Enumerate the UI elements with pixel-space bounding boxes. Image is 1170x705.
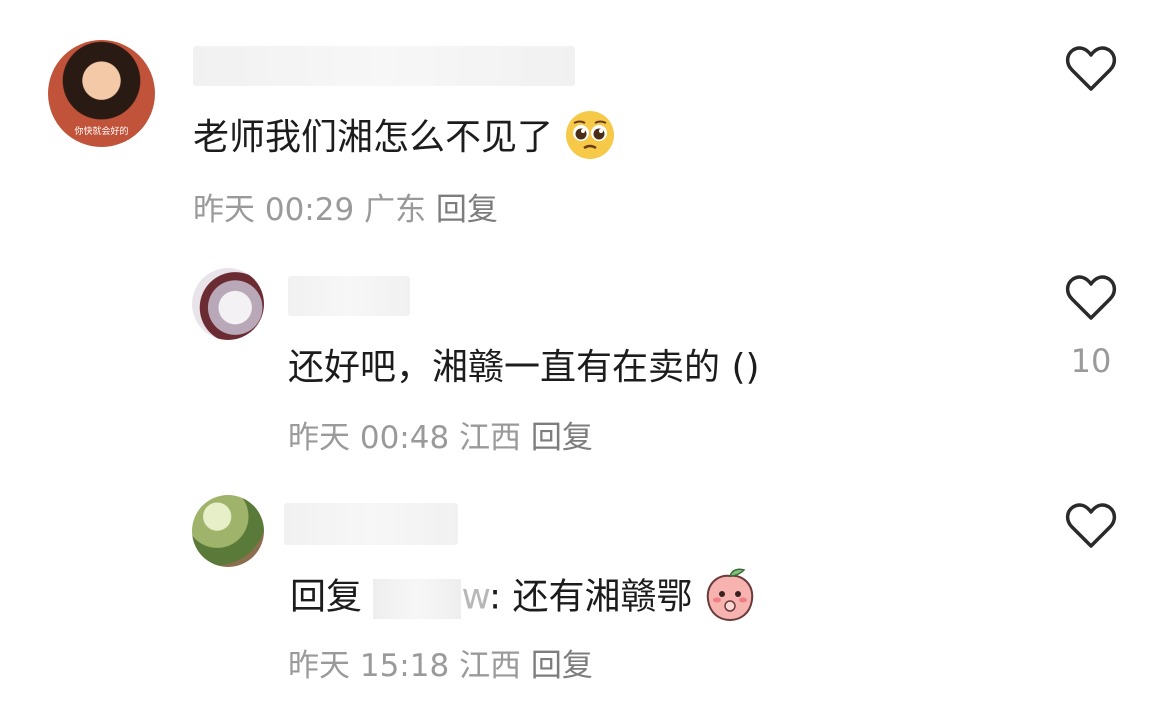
- comment-text: 老师我们湘怎么不见了: [193, 108, 616, 170]
- comment-meta: 昨天 15:18 江西 回复: [288, 640, 593, 685]
- comment-body: : 还有湘赣鄂: [488, 576, 693, 618]
- comment-text: 回复 w: 还有湘赣鄂: [290, 566, 756, 631]
- reply-button[interactable]: 回复: [531, 420, 593, 456]
- comment-meta: 昨天 00:48 江西 回复: [288, 412, 593, 457]
- comment-time: 昨天 15:18: [288, 648, 450, 684]
- comment-location: 江西: [459, 648, 522, 684]
- reply-prefix: 回复: [290, 576, 363, 618]
- peach-shy-emoji-icon: [704, 566, 756, 631]
- like-button[interactable]: [1065, 502, 1117, 550]
- avatar[interactable]: 你快就会好的: [48, 40, 155, 147]
- comment-meta: 昨天 00:29 广东 回复: [193, 184, 498, 229]
- mention-tail: w: [461, 576, 489, 618]
- username-redacted[interactable]: [284, 503, 458, 545]
- comment-text: 还好吧，湘赣一直有在卖的 (): [288, 347, 760, 388]
- comment-location: 广东: [364, 192, 427, 228]
- reply-button[interactable]: 回复: [436, 192, 498, 228]
- heart-icon: [1065, 46, 1117, 91]
- comment-location: 江西: [459, 420, 522, 456]
- avatar-caption: 你快就会好的: [74, 127, 129, 137]
- like-count: 10: [1070, 342, 1112, 380]
- avatar[interactable]: [192, 268, 264, 340]
- heart-icon: [1065, 275, 1117, 320]
- mention-redacted[interactable]: [373, 578, 462, 619]
- like-button[interactable]: [1065, 45, 1117, 93]
- comment-time: 昨天 00:48: [288, 420, 450, 456]
- heart-icon: [1065, 503, 1117, 548]
- comment-body: 老师我们湘怎么不见了: [193, 117, 554, 158]
- username-redacted[interactable]: [193, 46, 575, 86]
- pleading-face-emoji-icon: [564, 109, 616, 170]
- like-button[interactable]: [1065, 274, 1117, 322]
- reply-button[interactable]: 回复: [531, 648, 593, 684]
- avatar[interactable]: [192, 495, 264, 567]
- username-redacted[interactable]: [288, 276, 410, 316]
- comment-time: 昨天 00:29: [193, 192, 355, 228]
